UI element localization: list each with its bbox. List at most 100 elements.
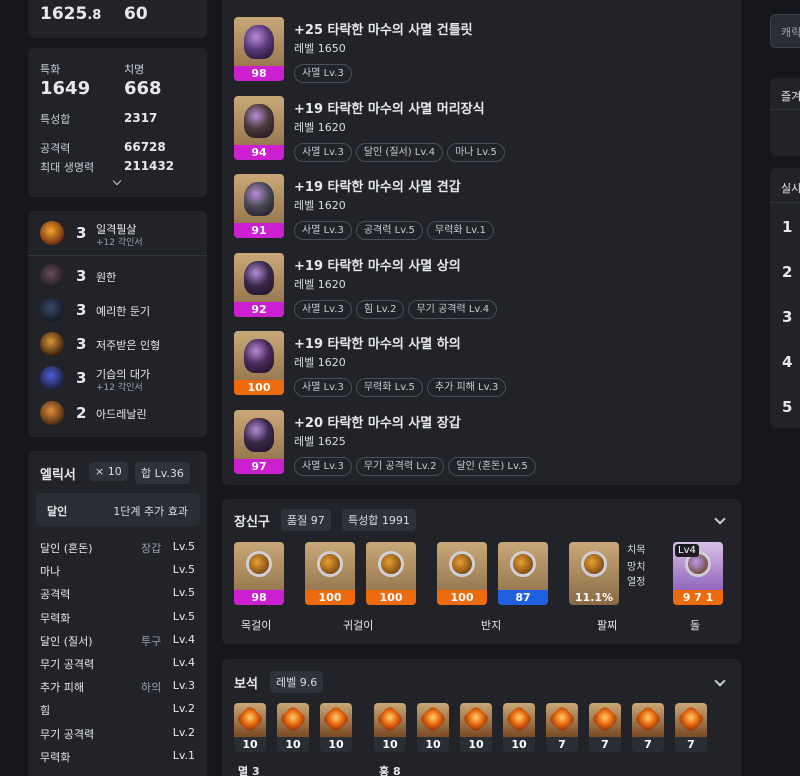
elixir-row-level: Lv.2	[172, 702, 195, 716]
equipment-icon: 97	[234, 409, 284, 474]
equipment-icon: 98	[234, 17, 284, 81]
rank-number: 5	[782, 398, 793, 416]
gem-item[interactable]: 7	[589, 703, 621, 752]
engraving-sub: +12 각인서	[96, 238, 143, 248]
engraving-name: 아드레날린	[96, 408, 147, 421]
bracelet-option: 치목	[627, 545, 646, 556]
accessories-collapse-icon[interactable]	[714, 513, 726, 525]
equipment-tags: 사멸 Lv.3 힘 Lv.2 무기 공격력 Lv.4	[294, 297, 501, 319]
equipment-art	[244, 260, 274, 295]
accessory-item[interactable]: 100	[305, 542, 355, 605]
expand-chevron-icon[interactable]	[112, 176, 122, 186]
elixir-row: 공격력 Lv.5	[40, 586, 195, 602]
special-label: 특화	[40, 63, 61, 76]
equipment-quality: 98	[234, 66, 284, 81]
elixir-row-name: 무력화	[40, 611, 71, 625]
equipment-level: 레벨 1620	[294, 277, 346, 291]
accessories-title: 장신구	[234, 515, 270, 530]
engraving-row[interactable]: 3 예리한 둔기	[40, 298, 200, 324]
engraving-row[interactable]: 3 저주받은 인형	[40, 332, 200, 358]
elixir-panel: 엘릭서 × 10 합 Lv.36 달인 1단계 추가 효과 달인 (혼돈) 장갑 L…	[28, 451, 207, 776]
attack-value: 66728	[124, 140, 166, 154]
elixir-row-level: Lv.4	[172, 632, 195, 646]
acc-label-stone: 돌	[690, 619, 701, 632]
engraving-count: 2	[76, 404, 87, 422]
equipment-level: 레벨 1620	[294, 199, 346, 212]
gems-collapse-icon[interactable]	[714, 675, 726, 687]
elixir-set-name: 달인	[47, 505, 68, 518]
elixir-row: 마나 Lv.5	[40, 563, 195, 579]
accessory-item[interactable]: 98	[234, 542, 284, 605]
elixir-row-level: Lv.2	[172, 725, 195, 739]
gem-item[interactable]: 7	[546, 703, 578, 752]
accessory-quality: 100	[437, 590, 487, 605]
equipment-item[interactable]: 92 +19 타락한 마수의 사멸 상의 레벨 1620 사멸 Lv.3 힘 Lv.2 무…	[234, 252, 734, 319]
accessory-quality: 9 7 1	[673, 590, 723, 605]
bracelet-option: 망치	[627, 562, 646, 573]
equipment-name: +20 타락한 마수의 사멸 장갑	[294, 415, 461, 431]
gem-level: 10	[417, 737, 449, 752]
live-ranking-panel: 실시 1 2 3 4 5	[770, 168, 800, 428]
elixir-row-part: 하의	[141, 681, 162, 695]
elixir-row-level: Lv.5	[172, 540, 195, 553]
effect-tag: 공격력 Lv.5	[355, 221, 423, 240]
equipment-tags: 사멸 Lv.3 무기 공격력 Lv.2 달인 (혼돈) Lv.5	[294, 454, 540, 476]
gem-item[interactable]: 7	[632, 703, 664, 752]
equipment-item[interactable]: 98 +25 타락한 마수의 사멸 건틀릿 레벨 1650 사멸 Lv.3	[234, 17, 734, 83]
engraving-row[interactable]: 3 원한	[40, 264, 200, 290]
equipment-item[interactable]: 97 +20 타락한 마수의 사멸 장갑 레벨 1625 사멸 Lv.3 무기 공격력 …	[234, 409, 734, 476]
gem-item[interactable]: 10	[277, 703, 309, 752]
effect-tag: 사멸 Lv.3	[294, 64, 352, 83]
accessory-item[interactable]: 100	[437, 542, 487, 605]
engraving-sub: +12 각인서	[96, 383, 143, 393]
accessory-quality: 11.1%	[574, 591, 614, 604]
elixir-row-name: 달인 (혼돈)	[40, 542, 93, 555]
combat-stats-panel: 특화 1649 치명 668 특성합 2317 공격력 66728 최대 생명력…	[28, 48, 207, 197]
elixir-row-part: 투구	[141, 634, 162, 648]
gem-item[interactable]: 10	[503, 703, 535, 752]
gem-item[interactable]: 10	[460, 703, 492, 752]
equipment-name: +19 타락한 마수의 사멸 상의	[294, 258, 461, 274]
rank-number: 4	[782, 353, 793, 371]
equipment-item[interactable]: 91 +19 타락한 마수의 사멸 견갑 레벨 1620 사멸 Lv.3 공격력 Lv.…	[234, 174, 734, 240]
stone-level-badge: Lv4	[675, 544, 699, 557]
elixir-row-name: 달인 (질서)	[40, 634, 93, 648]
divider	[770, 202, 800, 203]
equipment-quality: 91	[234, 223, 284, 238]
gem-item[interactable]: 10	[417, 703, 449, 752]
effect-tag: 무력화 Lv.1	[426, 221, 494, 240]
accessory-item[interactable]: 100	[366, 542, 416, 605]
bracelet-item[interactable]: 11.1%	[569, 542, 619, 605]
engraving-row[interactable]: 3 일격필살 +12 각인서	[40, 221, 200, 248]
gem-item[interactable]: 10	[320, 703, 352, 752]
engraving-row[interactable]: 2 아드레날린	[40, 401, 200, 427]
effect-tag: 달인 (질서) Lv.4	[355, 142, 444, 162]
elixir-row-level: Lv.5	[172, 563, 195, 577]
engraving-row[interactable]: 3 기습의 대가 +12 각인서	[40, 366, 200, 393]
accessories-trait-badge: 특성합 1991	[342, 509, 416, 531]
special-value: 1649	[40, 78, 91, 99]
gem-item[interactable]: 10	[234, 703, 266, 752]
ability-stone-item[interactable]: 9 7 1 Lv4	[673, 542, 723, 605]
max-hp-value: 211432	[124, 159, 175, 173]
effect-tag: 사멸 Lv.3	[294, 299, 352, 319]
gems-panel: 보석 레벨 9.6 10 10 10 10 10 10 10 7 7 7 7 멸 3 홍 8	[222, 659, 741, 776]
accessory-item[interactable]: 87	[498, 542, 548, 605]
elixir-row-name: 추가 피해	[40, 681, 84, 695]
elixir-row-level: Lv.3	[172, 679, 195, 693]
accessory-art	[510, 551, 536, 577]
bracelet-option: 열정	[627, 577, 646, 588]
engraving-name: 저주받은 인형	[96, 339, 161, 352]
rank-number: 2	[782, 263, 793, 281]
character-search-input[interactable]: 캐릭	[770, 14, 800, 48]
effect-tag: 사멸 Lv.3	[294, 456, 352, 476]
elixir-row: 무기 공격력 Lv.4	[40, 656, 195, 672]
gem-item[interactable]: 7	[675, 703, 707, 752]
gem-item[interactable]: 10	[374, 703, 406, 752]
equipment-item[interactable]: 100 +19 타락한 마수의 사멸 하의 레벨 1620 사멸 Lv.3 무력화 Lv…	[234, 331, 734, 397]
equipment-icon: 91	[234, 174, 284, 238]
engravings-panel: 3 일격필살 +12 각인서 3 원한 3 예리한 둔기 3 저주받은 인형 3 기습의 대가 +12…	[28, 211, 207, 437]
equipment-item[interactable]: 94 +19 타락한 마수의 사멸 머리장식 레벨 1620 사멸 Lv.3 달인 (질…	[234, 95, 734, 162]
engraving-count: 3	[76, 224, 87, 242]
equipment-art	[244, 417, 274, 452]
